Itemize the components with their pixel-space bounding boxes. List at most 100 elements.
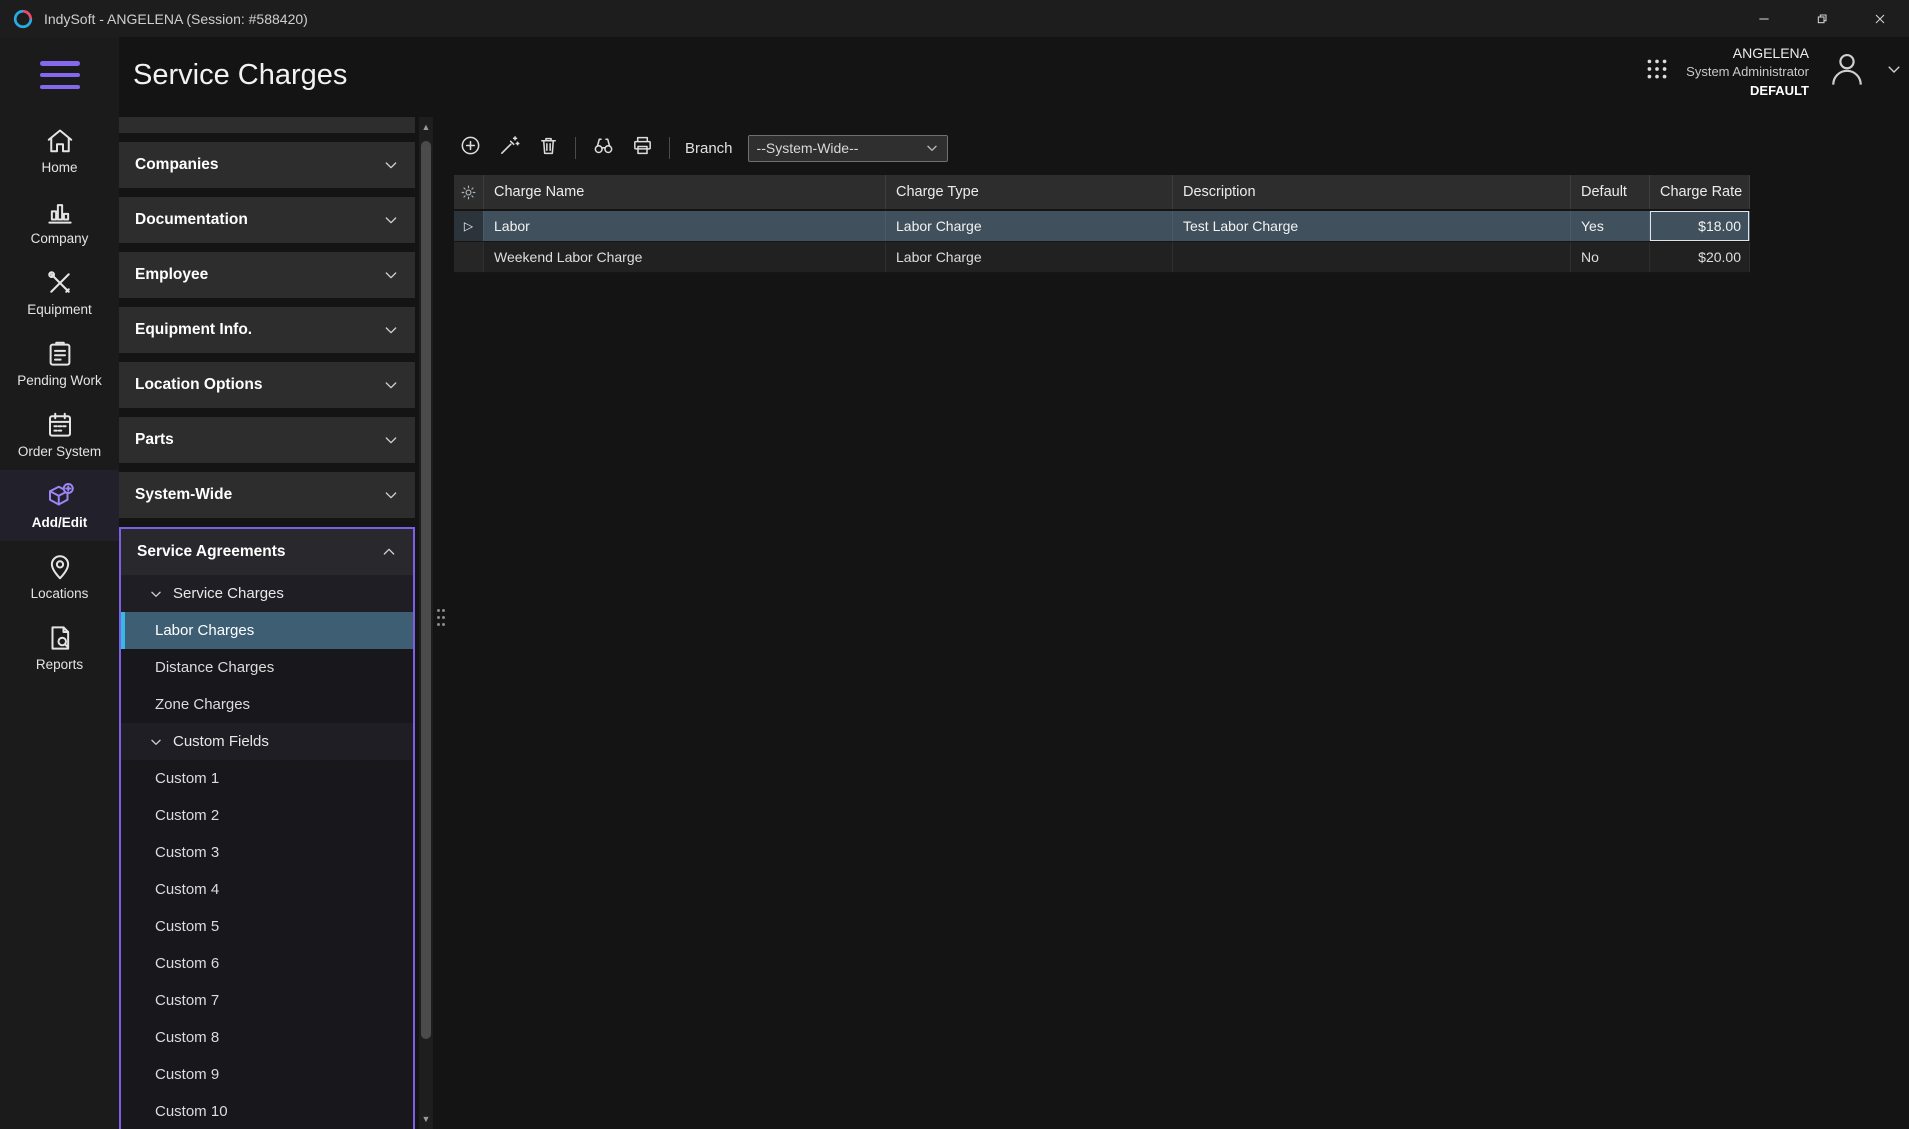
sidebar-item-equipment[interactable]: Equipment (0, 257, 119, 328)
tree-item-zone-charges[interactable]: Zone Charges (121, 686, 413, 723)
tree-item-custom-3[interactable]: Custom 3 (121, 834, 413, 871)
nav-items: Home Company Equipment Pending Work Orde… (0, 115, 119, 683)
restore-button[interactable] (1793, 0, 1851, 37)
user-menu-chevron-icon[interactable] (1885, 60, 1903, 83)
toolbar-separator (575, 137, 576, 159)
section-header-employee[interactable]: Employee (119, 252, 415, 298)
chevron-down-icon (383, 487, 399, 503)
sidebar-panel: Attributes Companies Documentation Emplo… (119, 117, 435, 1129)
branch-dropdown-value: --System-Wide-- (757, 140, 859, 156)
print-button[interactable] (630, 136, 654, 160)
add-button[interactable] (458, 136, 482, 160)
chevron-down-icon (925, 141, 939, 155)
section-header-companies[interactable]: Companies (119, 142, 415, 188)
sidebar-item-add-edit[interactable]: Add/Edit (0, 470, 119, 541)
reports-icon (45, 623, 75, 653)
charges-grid: Charge Name Charge Type Description Defa… (454, 175, 1750, 273)
tree-item-custom-fields[interactable]: Custom Fields (121, 723, 413, 760)
accordion-list: Attributes Companies Documentation Emplo… (119, 117, 415, 1129)
cell-charge-rate[interactable]: $18.00 (1650, 211, 1750, 241)
service-agreements-tree: Service Charges Labor Charges Distance C… (121, 575, 413, 1129)
tree-item-service-charges[interactable]: Service Charges (121, 575, 413, 612)
column-header-charge-type[interactable]: Charge Type (886, 175, 1173, 209)
user-name: ANGELENA (1686, 43, 1809, 63)
row-expander[interactable]: ▷ (454, 211, 484, 241)
cell-charge-name[interactable]: Weekend Labor Charge (484, 242, 886, 272)
scrollbar-thumb[interactable] (421, 141, 431, 1039)
tree-item-custom-7[interactable]: Custom 7 (121, 982, 413, 1019)
tree-item-custom-4[interactable]: Custom 4 (121, 871, 413, 908)
section-header-equipment-info[interactable]: Equipment Info. (119, 307, 415, 353)
scroll-up-icon[interactable]: ▲ (419, 119, 433, 135)
table-row[interactable]: ▷ Weekend Labor Charge Labor Charge No $… (454, 242, 1750, 273)
row-expander[interactable]: ▷ (454, 242, 484, 272)
sidebar-item-home[interactable]: Home (0, 115, 119, 186)
section-header-parts[interactable]: Parts (119, 417, 415, 463)
delete-button[interactable] (536, 136, 560, 160)
apps-grid-icon[interactable] (1644, 56, 1670, 87)
column-header-description[interactable]: Description (1173, 175, 1571, 209)
close-button[interactable] (1851, 0, 1909, 37)
cell-charge-rate[interactable]: $20.00 (1650, 242, 1750, 272)
scroll-down-icon[interactable]: ▼ (419, 1111, 433, 1127)
titlebar: IndySoft - ANGELENA (Session: #588420) (0, 0, 1909, 37)
minimize-button[interactable] (1735, 0, 1793, 37)
find-button[interactable] (591, 136, 615, 160)
nav-rail: Home Company Equipment Pending Work Orde… (0, 37, 119, 1129)
column-header-charge-rate[interactable]: Charge Rate (1650, 175, 1750, 209)
branch-dropdown[interactable]: --System-Wide-- (748, 135, 948, 162)
tree-item-custom-1[interactable]: Custom 1 (121, 760, 413, 797)
section-label: Service Agreements (137, 543, 285, 561)
app-header: Service Charges ANGELENA System Administ… (119, 37, 1909, 117)
page-title: Service Charges (133, 59, 347, 92)
tree-item-custom-9[interactable]: Custom 9 (121, 1056, 413, 1093)
section-header-documentation[interactable]: Documentation (119, 197, 415, 243)
chevron-down-icon (383, 322, 399, 338)
column-header-default[interactable]: Default (1571, 175, 1650, 209)
tree-item-distance-charges[interactable]: Distance Charges (121, 649, 413, 686)
hamburger-menu-icon[interactable] (40, 61, 80, 89)
column-chooser-button[interactable] (454, 175, 484, 209)
cell-description[interactable]: Test Labor Charge (1173, 211, 1571, 241)
cell-default[interactable]: No (1571, 242, 1650, 272)
panel-resize-handle[interactable] (437, 609, 447, 635)
tree-item-custom-10[interactable]: Custom 10 (121, 1093, 413, 1129)
sidebar-item-pending-work[interactable]: Pending Work (0, 328, 119, 399)
chevron-down-icon (383, 267, 399, 283)
chevron-down-icon (383, 117, 399, 118)
panel-scrollbar: ▲ ▼ (419, 117, 433, 1129)
chevron-down-icon (383, 212, 399, 228)
user-cluster: ANGELENA System Administrator DEFAULT (1644, 43, 1903, 101)
tree-item-custom-8[interactable]: Custom 8 (121, 1019, 413, 1056)
edit-button[interactable] (497, 136, 521, 160)
chevron-down-icon (383, 157, 399, 173)
table-row[interactable]: ▷ Labor Labor Charge Test Labor Charge Y… (454, 211, 1750, 242)
chevron-down-icon (149, 587, 163, 601)
section-header-service-agreements[interactable]: Service Agreements (121, 529, 413, 575)
company-icon (45, 197, 75, 227)
user-avatar-icon[interactable] (1825, 47, 1869, 96)
tree-item-custom-5[interactable]: Custom 5 (121, 908, 413, 945)
close-icon (1872, 11, 1888, 27)
column-header-charge-name[interactable]: Charge Name (484, 175, 886, 209)
tree-item-custom-6[interactable]: Custom 6 (121, 945, 413, 982)
toolbar: Branch --System-Wide-- (435, 117, 1909, 163)
cell-charge-name[interactable]: Labor (484, 211, 886, 241)
sidebar-item-company[interactable]: Company (0, 186, 119, 257)
tree-item-custom-2[interactable]: Custom 2 (121, 797, 413, 834)
grid-body: ▷ Labor Labor Charge Test Labor Charge Y… (454, 211, 1750, 273)
sidebar-item-reports[interactable]: Reports (0, 612, 119, 683)
tree-item-labor-charges[interactable]: Labor Charges (121, 612, 413, 649)
cell-charge-type[interactable]: Labor Charge (886, 242, 1173, 272)
cell-description[interactable] (1173, 242, 1571, 272)
app-shell: Home Company Equipment Pending Work Orde… (0, 37, 1909, 1129)
section-header-system-wide[interactable]: System-Wide (119, 472, 415, 518)
chevron-up-icon (381, 544, 397, 560)
section-header-location-options[interactable]: Location Options (119, 362, 415, 408)
add-circle-icon (459, 134, 482, 162)
sidebar-item-locations[interactable]: Locations (0, 541, 119, 612)
sidebar-item-order-system[interactable]: Order System (0, 399, 119, 470)
cell-default[interactable]: Yes (1571, 211, 1650, 241)
section-header-attributes[interactable]: Attributes (119, 117, 415, 133)
cell-charge-type[interactable]: Labor Charge (886, 211, 1173, 241)
